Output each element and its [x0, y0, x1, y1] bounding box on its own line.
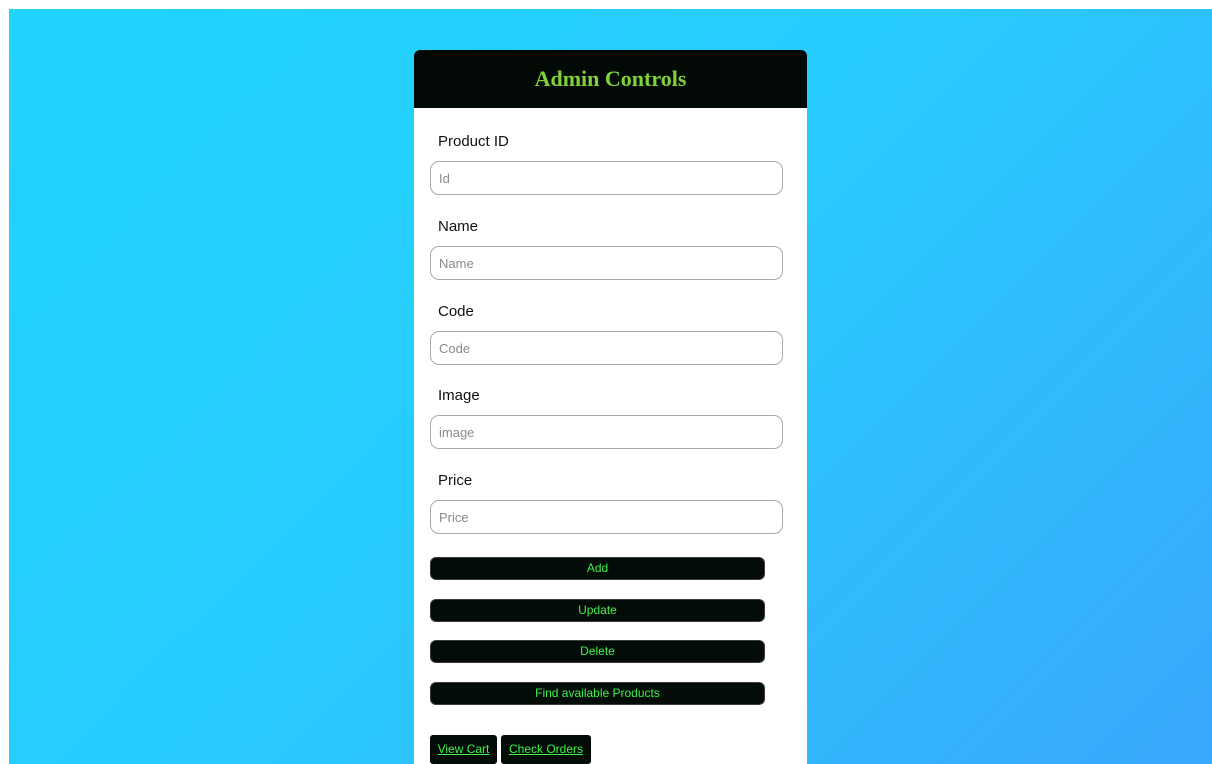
find-available-products-button[interactable]: Find available Products	[430, 682, 765, 705]
price-field-group: Price	[430, 472, 783, 534]
product-id-field-group: Product ID	[430, 133, 783, 195]
product-id-input[interactable]	[430, 161, 783, 195]
view-cart-link[interactable]: View Cart	[430, 735, 497, 764]
image-label: Image	[438, 387, 480, 404]
delete-button[interactable]: Delete	[430, 640, 765, 663]
name-label: Name	[438, 218, 479, 235]
panel-header: Admin Controls	[414, 50, 807, 108]
price-label: Price	[438, 472, 473, 489]
admin-controls-panel: Admin Controls Product ID Name Code Imag…	[414, 50, 807, 764]
product-id-label: Product ID	[438, 133, 509, 150]
code-input[interactable]	[430, 331, 783, 365]
page-background: Admin Controls Product ID Name Code Imag…	[9, 9, 1212, 764]
add-button[interactable]: Add	[430, 557, 765, 580]
image-input[interactable]	[430, 415, 783, 449]
price-input[interactable]	[430, 500, 783, 534]
name-field-group: Name	[430, 218, 783, 280]
update-button[interactable]: Update	[430, 599, 765, 622]
name-input[interactable]	[430, 246, 783, 280]
code-field-group: Code	[430, 303, 783, 365]
code-label: Code	[438, 303, 474, 320]
image-field-group: Image	[430, 387, 783, 449]
page-title: Admin Controls	[534, 66, 687, 91]
check-orders-link[interactable]: Check Orders	[501, 735, 591, 764]
